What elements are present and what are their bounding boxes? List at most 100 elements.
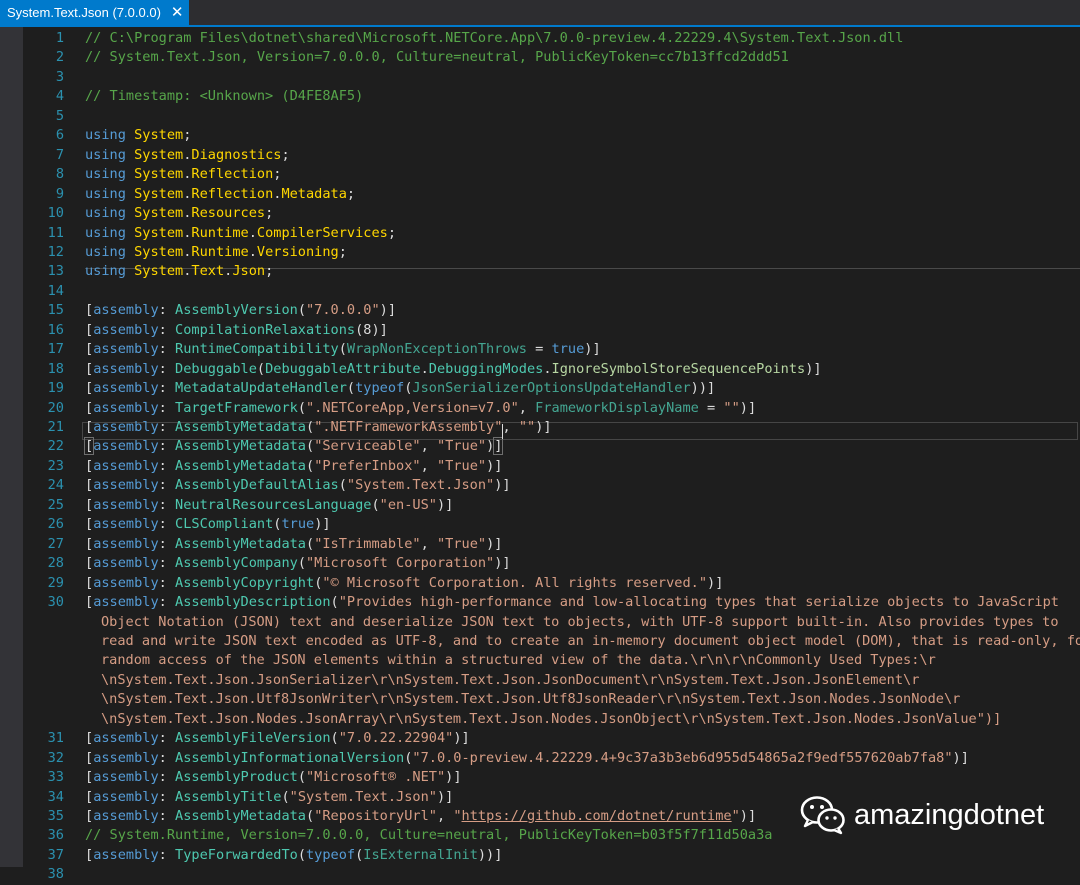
code-line[interactable]: 1 // C:\Program Files\dotnet\shared\Micro…	[0, 29, 1080, 48]
code-token: (	[297, 769, 306, 786]
code-line[interactable]: 3	[0, 68, 1080, 87]
code-text: [assembly: AssemblyVersion("7.0.0.0")]	[85, 301, 396, 320]
code-line[interactable]: 28 [assembly: AssemblyCompany("Microsoft …	[0, 554, 1080, 573]
code-line[interactable]: 22 [assembly: AssemblyMetadata("Serviceab…	[0, 437, 1080, 456]
line-number: 13	[47, 263, 64, 280]
code-token: .	[543, 360, 552, 377]
code-token: (	[330, 594, 339, 611]
code-token: ,	[420, 457, 437, 474]
code-token: :	[158, 360, 176, 377]
document-tab-bar: System.Text.Json (7.0.0.0) ✕	[0, 0, 1080, 27]
code-token: (	[306, 457, 315, 474]
code-line[interactable]: 6 using System;	[0, 126, 1080, 145]
code-token: :	[158, 594, 176, 611]
code-line[interactable]: 30 [assembly: AssemblyDescription("Provid…	[0, 593, 1080, 612]
code-line[interactable]: 17 [assembly: RuntimeCompatibility(WrapNo…	[0, 340, 1080, 359]
code-line[interactable]: 21 [assembly: AssemblyMetadata(".NETFrame…	[0, 418, 1080, 437]
code-token: :	[158, 496, 176, 513]
code-token: using	[85, 146, 126, 163]
line-number: 26	[47, 516, 64, 533]
code-token: :	[158, 477, 176, 494]
code-token: assembly	[93, 341, 159, 358]
code-text: \nSystem.Text.Json.JsonSerializer\r\nSys…	[101, 671, 919, 690]
code-line[interactable]: 7 using System.Diagnostics;	[0, 146, 1080, 165]
code-line[interactable]: 33 [assembly: AssemblyProduct("Microsoft®…	[0, 768, 1080, 787]
code-token: assembly	[93, 380, 159, 397]
code-token: assembly	[93, 594, 159, 611]
line-number: 17	[47, 341, 64, 358]
code-line[interactable]: 24 [assembly: AssemblyDefaultAlias("Syste…	[0, 476, 1080, 495]
code-text: \nSystem.Text.Json.Nodes.JsonArray\r\nSy…	[101, 710, 1001, 729]
code-line[interactable]: 8 using System.Reflection;	[0, 165, 1080, 184]
close-icon[interactable]: ✕	[171, 5, 184, 20]
code-token: [	[85, 360, 94, 377]
code-line[interactable]: \nSystem.Text.Json.Nodes.JsonArray\r\nSy…	[0, 710, 1080, 729]
code-text: random access of the JSON elements withi…	[101, 651, 936, 670]
code-text: [assembly: AssemblyProduct("Microsoft® .…	[85, 768, 462, 787]
code-token: \nSystem.Text.Json.JsonSerializer\r\nSys…	[101, 671, 920, 688]
code-token: AssemblyTitle	[175, 788, 282, 805]
code-token: (	[281, 788, 290, 805]
code-token: ".NETCoreApp,Version=v7.0"	[306, 399, 519, 416]
code-token: System	[134, 127, 184, 144]
line-number: 7	[55, 146, 64, 163]
code-line[interactable]: 14	[0, 282, 1080, 301]
code-line[interactable]: 12 using System.Runtime.Versioning;	[0, 243, 1080, 262]
code-token: "True"	[436, 438, 487, 455]
code-line[interactable]: 38	[0, 865, 1080, 884]
line-number: 11	[47, 224, 64, 241]
code-line[interactable]: 26 [assembly: CLSCompliant(true)]	[0, 515, 1080, 534]
code-line[interactable]: read and write JSON text encoded as UTF-…	[0, 632, 1080, 651]
code-line[interactable]: 25 [assembly: NeutralResourcesLanguage("e…	[0, 496, 1080, 515]
code-line[interactable]: 9 using System.Reflection.Metadata;	[0, 185, 1080, 204]
code-token: )]	[739, 808, 757, 824]
code-text: [assembly: AssemblyMetadata(".NETFramewo…	[85, 418, 552, 437]
code-line[interactable]: 18 [assembly: Debuggable(DebuggableAttrib…	[0, 360, 1080, 379]
code-line[interactable]: 31 [assembly: AssemblyFileVersion("7.0.22…	[0, 729, 1080, 748]
line-number: 12	[47, 243, 64, 260]
code-line[interactable]: 37 [assembly: TypeForwardedTo(typeof(IsEx…	[0, 846, 1080, 865]
code-token: using	[85, 263, 126, 280]
code-token: read and write JSON text encoded as UTF-…	[101, 632, 1080, 649]
line-number: 36	[47, 827, 64, 844]
code-token: :	[158, 846, 176, 863]
code-text: using System;	[85, 126, 191, 145]
code-line[interactable]: 32 [assembly: AssemblyInformationalVersio…	[0, 749, 1080, 768]
code-token: CompilerServices	[256, 224, 388, 241]
code-line[interactable]: 5	[0, 107, 1080, 126]
code-line[interactable]: 29 [assembly: AssemblyCopyright("© Micros…	[0, 574, 1080, 593]
code-text: [assembly: AssemblyDefaultAlias("System.…	[85, 476, 511, 495]
code-line[interactable]: 20 [assembly: TargetFramework(".NETCoreAp…	[0, 399, 1080, 418]
code-token: :	[158, 516, 176, 533]
code-line[interactable]: 2 // System.Text.Json, Version=7.0.0.0, C…	[0, 48, 1080, 67]
code-line[interactable]: 19 [assembly: MetadataUpdateHandler(typeo…	[0, 379, 1080, 398]
code-line[interactable]: 4 // Timestamp: <Unknown> (D4FE8AF5)	[0, 87, 1080, 106]
code-line[interactable]: 27 [assembly: AssemblyMetadata("IsTrimmab…	[0, 535, 1080, 554]
code-token: "7.0.22.22904"	[338, 730, 454, 747]
code-editor[interactable]: 1 // C:\Program Files\dotnet\shared\Micro…	[0, 27, 1080, 882]
code-line[interactable]: 23 [assembly: AssemblyMetadata("PreferInb…	[0, 457, 1080, 476]
code-token: "True"	[436, 535, 487, 552]
code-token: assembly	[93, 438, 159, 455]
code-line[interactable]: 15 [assembly: AssemblyVersion("7.0.0.0")]	[0, 301, 1080, 320]
code-token: )]	[379, 302, 397, 319]
code-line[interactable]: random access of the JSON elements withi…	[0, 651, 1080, 670]
code-token: ;	[338, 243, 347, 260]
code-line[interactable]: Object Notation (JSON) text and deserial…	[0, 613, 1080, 632]
code-line[interactable]: 10 using System.Resources;	[0, 204, 1080, 223]
code-line[interactable]: 13 using System.Text.Json;	[0, 262, 1080, 281]
code-line[interactable]: \nSystem.Text.Json.JsonSerializer\r\nSys…	[0, 671, 1080, 690]
code-token: :	[158, 788, 176, 805]
code-token: Resources	[191, 205, 266, 222]
code-line[interactable]: 11 using System.Runtime.CompilerServices;	[0, 224, 1080, 243]
code-token: Runtime	[191, 224, 249, 241]
code-token: System	[134, 146, 184, 163]
document-tab-system-text-json[interactable]: System.Text.Json (7.0.0.0) ✕	[0, 0, 190, 25]
code-line[interactable]: 16 [assembly: CompilationRelaxations(8)]	[0, 321, 1080, 340]
code-token: "7.0.0.0"	[306, 302, 380, 319]
code-line[interactable]: \nSystem.Text.Json.Utf8JsonWriter\r\nSys…	[0, 690, 1080, 709]
code-token: \nSystem.Text.Json.Utf8JsonWriter\r\nSys…	[101, 691, 961, 708]
code-token: ]	[493, 437, 504, 456]
code-token: :	[158, 321, 176, 338]
